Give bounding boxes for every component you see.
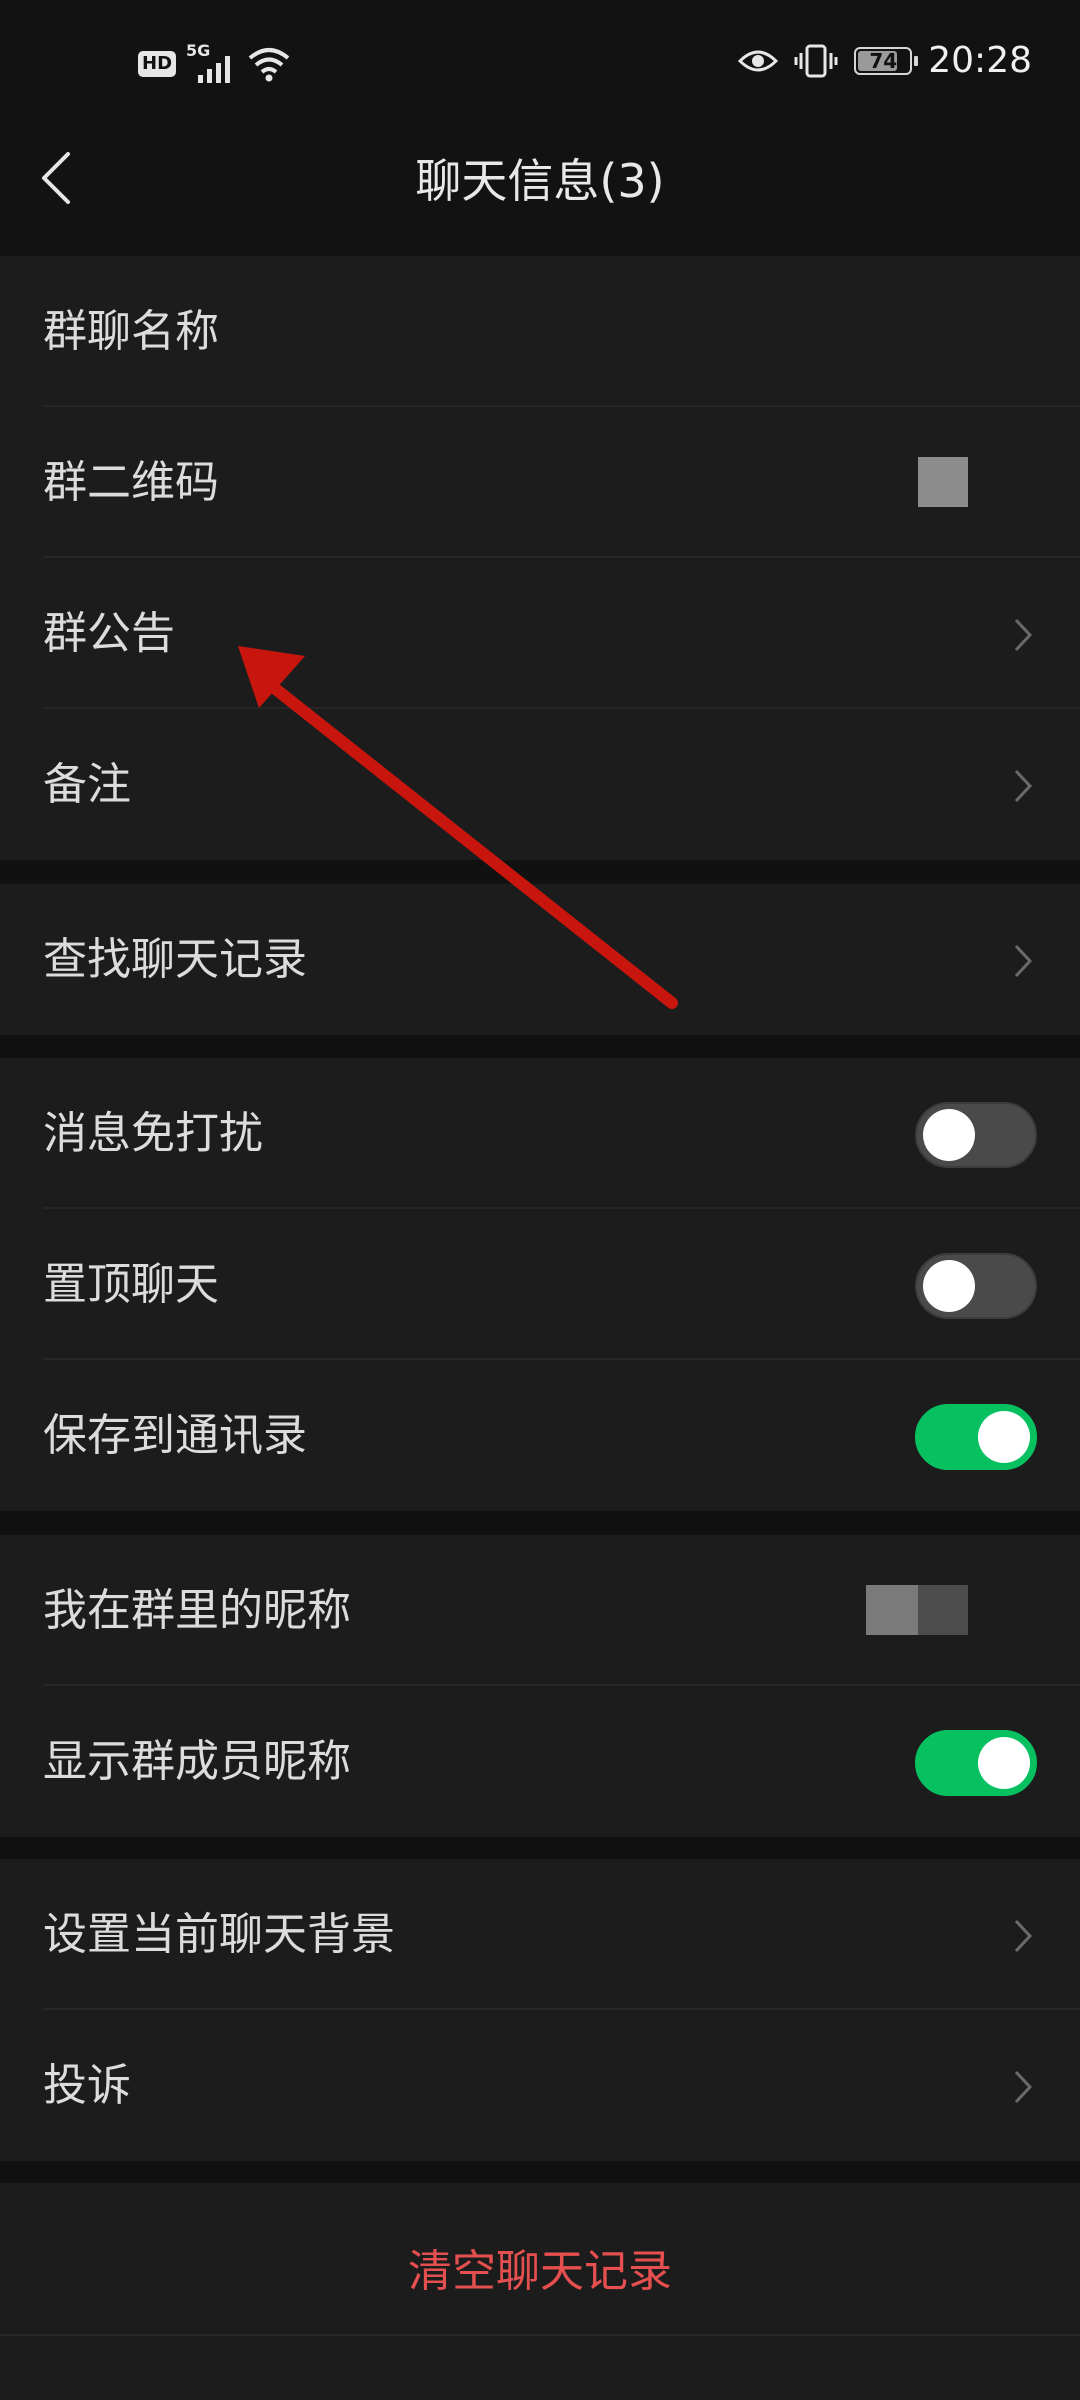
annotation-arrow <box>238 646 678 1009</box>
